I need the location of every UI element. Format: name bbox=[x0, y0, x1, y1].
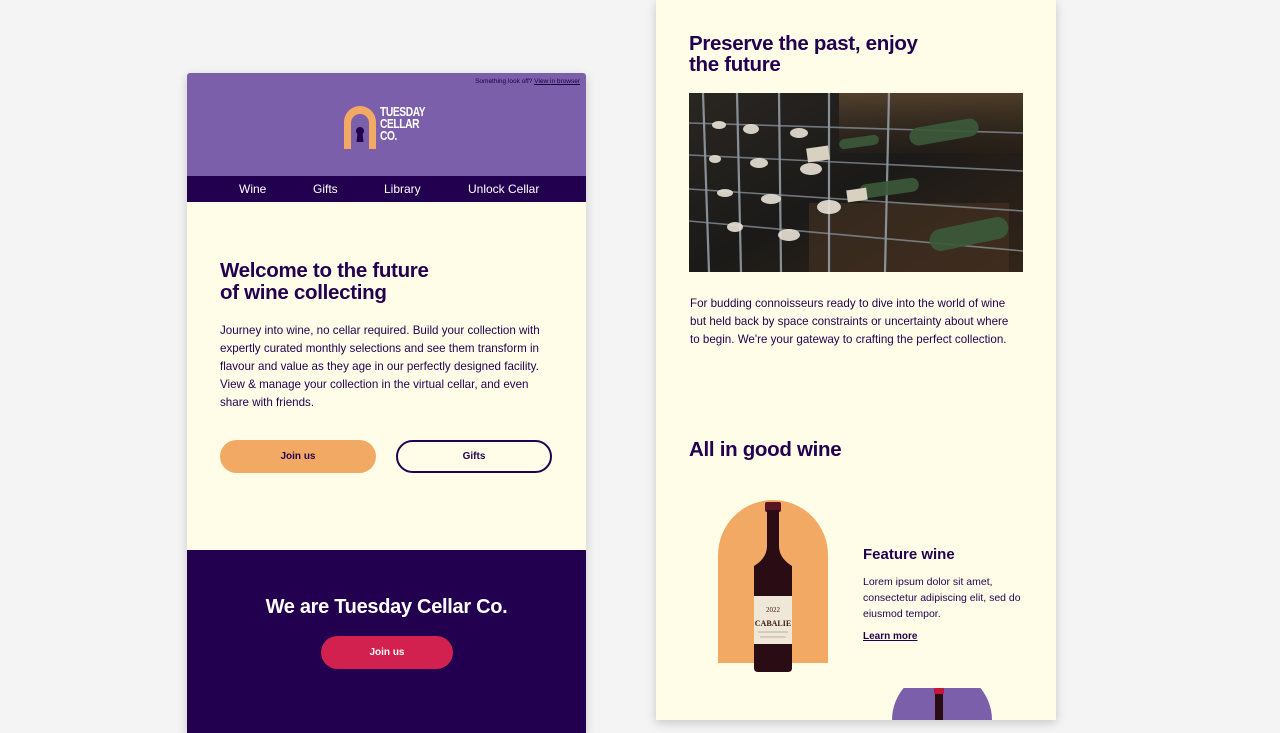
hero-title: Welcome to the future of wine collecting bbox=[220, 260, 560, 304]
nav-item-gifts[interactable]: Gifts bbox=[313, 176, 338, 202]
second-wine-image bbox=[892, 688, 992, 720]
products-heading: All in good wine bbox=[689, 438, 842, 461]
section-title-line-2: the future bbox=[689, 53, 781, 76]
feature-label-name: CABALIE bbox=[755, 619, 791, 628]
hero-body: Journey into wine, no cellar required. B… bbox=[220, 324, 540, 409]
nav-item-library[interactable]: Library bbox=[384, 176, 421, 202]
join-us-button[interactable]: Join us bbox=[220, 440, 376, 473]
preheader: Something look off? View in browser bbox=[475, 78, 580, 85]
footer-title: We are Tuesday Cellar Co. bbox=[265, 596, 508, 618]
feature-wine-image: 2022 CABALIE bbox=[718, 500, 828, 672]
feature-body: Lorem ipsum dolor sit amet, consectetur … bbox=[863, 576, 1021, 620]
section-title: Preserve the past, enjoy the future bbox=[689, 33, 1009, 75]
email-nav: Wine Gifts Library Unlock Cellar bbox=[187, 176, 586, 202]
section-body: For budding connoisseurs ready to dive i… bbox=[690, 297, 1009, 346]
hero-title-line-1: Welcome to the future bbox=[220, 259, 429, 282]
email-header: Something look off? View in browser TUES… bbox=[187, 73, 586, 176]
nav-item-wine[interactable]: Wine bbox=[239, 176, 266, 202]
feature-label-year: 2022 bbox=[766, 606, 781, 614]
brand-line-3: CO. bbox=[380, 129, 398, 143]
learn-more-link[interactable]: Learn more bbox=[863, 631, 917, 642]
keyhole-arch-logo-icon bbox=[344, 106, 376, 149]
footer-join-us-button[interactable]: Join us bbox=[321, 636, 453, 669]
feature-title: Feature wine bbox=[863, 546, 955, 563]
footer-band: We are Tuesday Cellar Co. Join us bbox=[187, 550, 586, 733]
email-preview-right: Preserve the past, enjoy the future For … bbox=[656, 0, 1056, 720]
view-in-browser-link[interactable]: View in browser bbox=[534, 78, 580, 85]
email-preview-left: Something look off? View in browser TUES… bbox=[187, 73, 586, 733]
brand-logo[interactable]: TUESDAY CELLAR CO. bbox=[344, 106, 434, 152]
section-title-line-1: Preserve the past, enjoy bbox=[689, 32, 918, 55]
wine-cellar-photo bbox=[689, 93, 1023, 272]
preheader-text: Something look off? bbox=[475, 78, 533, 85]
brand-wordmark: TUESDAY CELLAR CO. bbox=[380, 106, 426, 143]
gifts-button[interactable]: Gifts bbox=[396, 440, 552, 473]
hero-title-line-2: of wine collecting bbox=[220, 281, 387, 304]
nav-item-unlock-cellar[interactable]: Unlock Cellar bbox=[468, 176, 539, 202]
